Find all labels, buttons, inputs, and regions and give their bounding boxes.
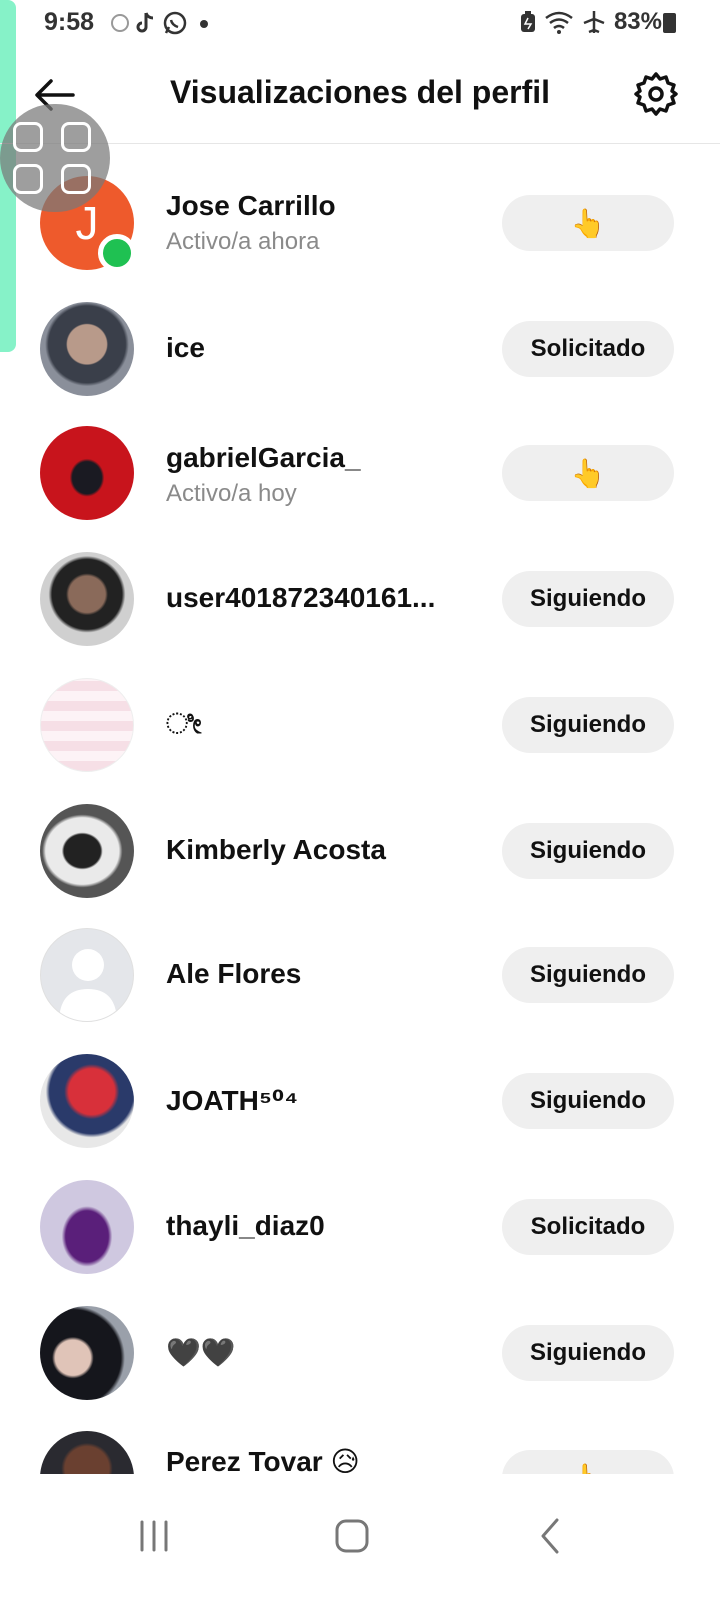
requested-button[interactable]: Solicitado xyxy=(502,321,674,377)
home-icon xyxy=(335,1519,369,1553)
wave-hand-icon: 👆 xyxy=(570,457,606,489)
online-status-dot xyxy=(98,234,136,272)
avatar[interactable] xyxy=(40,1431,134,1474)
list-item[interactable]: JOATH⁵⁰⁴ Siguiendo xyxy=(0,1036,720,1162)
avatar[interactable] xyxy=(40,302,134,396)
list-item[interactable]: Ale Flores Siguiendo xyxy=(0,910,720,1036)
viewer-name[interactable]: ice xyxy=(166,332,205,364)
viewer-name[interactable]: gabrielGarcia_ xyxy=(166,442,361,474)
viewer-status: Activo/a hoy xyxy=(166,480,297,507)
list-item[interactable]: Kimberly Acosta Siguiendo xyxy=(0,786,720,912)
avatar[interactable] xyxy=(40,804,134,898)
circle-icon xyxy=(111,14,129,32)
gear-icon xyxy=(634,72,678,116)
viewer-name[interactable]: Jose Carrillo xyxy=(166,190,336,222)
viewer-name[interactable]: JOATH⁵⁰⁴ xyxy=(166,1084,298,1117)
wifi-icon xyxy=(545,11,573,34)
grid-square-icon xyxy=(13,122,43,152)
avatar[interactable] xyxy=(40,1180,134,1274)
tiktok-icon xyxy=(136,12,154,33)
avatar[interactable] xyxy=(40,928,134,1022)
following-button[interactable]: Siguiendo xyxy=(502,947,674,1003)
list-item[interactable]: ice Solicitado xyxy=(0,284,720,410)
list-item[interactable]: user401872340161... Siguiendo xyxy=(0,534,720,660)
list-item[interactable]: gabrielGarcia_ Activo/a hoy 👆 xyxy=(0,408,720,534)
profile-viewers-list[interactable]: J Jose Carrillo Activo/a ahora 👆 ice Sol… xyxy=(0,158,720,1474)
dot-icon xyxy=(200,20,208,28)
home-button[interactable] xyxy=(322,1506,382,1566)
viewer-name[interactable]: 🖤🖤 xyxy=(166,1336,236,1369)
recent-apps-button[interactable] xyxy=(124,1506,184,1566)
status-time: 9:58 xyxy=(44,8,95,36)
back-icon xyxy=(541,1518,559,1554)
wave-button[interactable]: 👆 xyxy=(502,445,674,501)
list-item[interactable]: Perez Tovar 😥 👆 xyxy=(0,1413,720,1474)
page-title: Visualizaciones del perfil xyxy=(170,74,550,110)
avatar[interactable] xyxy=(40,1306,134,1400)
floating-assistant-button[interactable] xyxy=(0,104,110,212)
recent-apps-icon xyxy=(140,1520,168,1552)
list-item[interactable]: ೀ Siguiendo xyxy=(0,660,720,786)
system-navigation-bar xyxy=(0,1474,720,1600)
list-item[interactable]: thayli_diaz0 Solicitado xyxy=(0,1162,720,1288)
grid-square-icon xyxy=(13,164,43,194)
settings-button[interactable] xyxy=(630,68,682,120)
viewer-name[interactable]: Perez Tovar 😥 xyxy=(166,1445,360,1474)
following-button[interactable]: Siguiendo xyxy=(502,571,674,627)
following-button[interactable]: Siguiendo xyxy=(502,1073,674,1129)
viewer-name[interactable]: ೀ xyxy=(166,708,202,741)
default-avatar-icon xyxy=(59,949,117,1021)
viewer-name[interactable]: Kimberly Acosta xyxy=(166,834,386,866)
wave-hand-icon: 👆 xyxy=(570,207,606,239)
status-right-icons: 83% xyxy=(520,8,662,36)
header: Visualizaciones del perfil xyxy=(0,46,720,144)
wave-hand-icon: 👆 xyxy=(571,1462,606,1475)
whatsapp-icon xyxy=(163,11,187,35)
avatar[interactable] xyxy=(40,1054,134,1148)
nav-back-button[interactable] xyxy=(520,1506,580,1566)
wave-button[interactable]: 👆 xyxy=(502,1450,674,1474)
following-button[interactable]: Siguiendo xyxy=(502,1325,674,1381)
grid-square-icon xyxy=(61,122,91,152)
viewer-name[interactable]: thayli_diaz0 xyxy=(166,1210,325,1242)
list-item[interactable]: 🖤🖤 Siguiendo xyxy=(0,1288,720,1414)
status-left-icons xyxy=(110,10,214,36)
battery-icon xyxy=(663,13,676,33)
airplane-icon xyxy=(583,11,605,34)
wave-button[interactable]: 👆 xyxy=(502,195,674,251)
requested-button[interactable]: Solicitado xyxy=(502,1199,674,1255)
viewer-name[interactable]: user401872340161... xyxy=(166,582,435,614)
grid-square-icon xyxy=(61,164,91,194)
avatar[interactable] xyxy=(40,678,134,772)
viewer-status: Activo/a ahora xyxy=(166,228,320,255)
viewer-name[interactable]: Ale Flores xyxy=(166,958,301,990)
list-item[interactable]: J Jose Carrillo Activo/a ahora 👆 xyxy=(0,158,720,284)
battery-percent: 83% xyxy=(613,8,662,35)
battery-saver-icon xyxy=(520,11,535,32)
following-button[interactable]: Siguiendo xyxy=(502,823,674,879)
avatar[interactable] xyxy=(40,552,134,646)
status-bar: 9:58 83% xyxy=(0,0,720,46)
following-button[interactable]: Siguiendo xyxy=(502,697,674,753)
avatar[interactable] xyxy=(40,426,134,520)
